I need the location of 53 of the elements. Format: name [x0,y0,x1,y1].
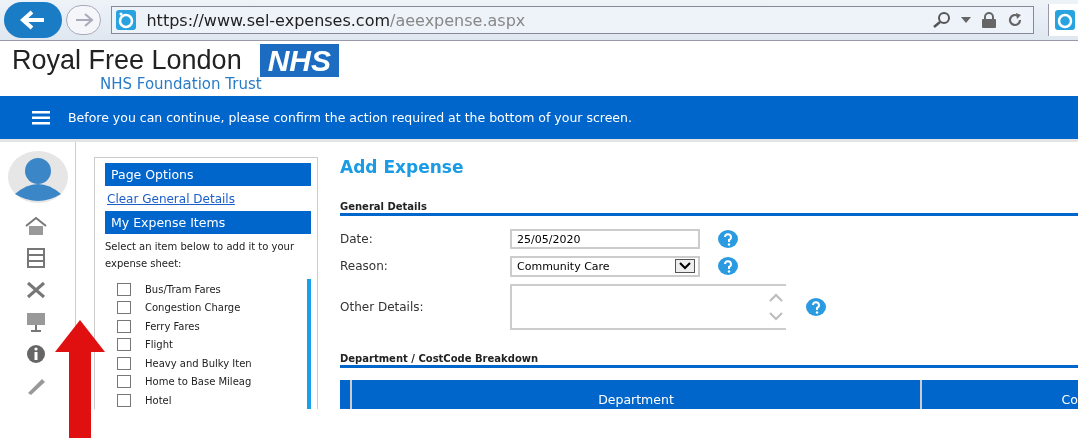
expense-item-label: Heavy and Bulky Iten [145,357,252,369]
back-button[interactable] [4,2,62,38]
presentation-icon[interactable] [24,312,47,332]
caret-icon[interactable] [961,17,972,23]
expense-item-label: Home to Base Mileag [145,376,252,388]
refresh-icon[interactable] [1007,12,1024,28]
menu-icon[interactable] [32,110,50,125]
organisation-name: Royal Free London [12,45,242,76]
home-icon[interactable] [24,216,47,236]
instructions: Select an item below to add it to your expense sheet: [105,240,295,271]
section-heading: Department / CostCode Breakdown [340,353,1078,369]
field-label: Date: [340,232,374,247]
column-header: Co [1060,391,1078,409]
checkbox[interactable] [117,319,131,333]
checkbox[interactable] [117,338,131,352]
checkbox[interactable] [117,356,131,370]
organisation-subtitle: NHS Foundation Trust [100,75,263,93]
site-icon [1055,10,1076,30]
scrollbar[interactable] [307,279,311,409]
help-icon[interactable] [806,298,826,317]
checkbox[interactable] [117,375,131,389]
info-icon[interactable] [24,344,47,364]
date-field[interactable]: 25/05/2020 [510,229,700,250]
checkbox[interactable] [117,393,131,407]
avatar-icon[interactable] [6,150,69,204]
expense-item-label: Congestion Charge [145,302,241,314]
lock-icon [981,12,998,28]
field-label: Reason: [340,259,389,274]
checkbox[interactable] [117,282,131,296]
section-heading: General Details [340,201,1078,216]
field-label: Other Details: [340,300,425,315]
reason-dropdown[interactable]: Community Care [510,255,700,277]
panel-heading: My Expense Items [105,211,311,234]
banner-message: Before you can continue, please confirm the action required at the bottom of your screen. [68,110,632,125]
forward-arrow-icon [73,13,94,27]
back-arrow-icon [19,10,46,30]
checkbox[interactable] [117,301,131,315]
expense-item-label: Flight [145,339,173,351]
expense-item-label: Hotel [145,394,172,406]
list-icon[interactable] [24,248,47,268]
help-icon[interactable] [718,257,738,276]
page-title: Add Expense [340,157,465,177]
column-header: Department [352,380,922,409]
expense-item-label: Ferry Fares [145,320,200,332]
browser-tab[interactable] [1048,4,1078,36]
search-icon[interactable] [933,12,952,28]
site-icon [116,10,137,30]
nhs-logo: NHS [259,44,339,77]
address-bar[interactable]: https://www.sel-expenses.com/aeexpense.aspx [111,6,1035,34]
expense-item-label: Bus/Tram Fares [145,283,221,295]
panel-heading: Page Options [105,163,311,186]
help-icon[interactable] [718,230,738,249]
clear-details-link[interactable]: Clear General Details [107,192,311,206]
